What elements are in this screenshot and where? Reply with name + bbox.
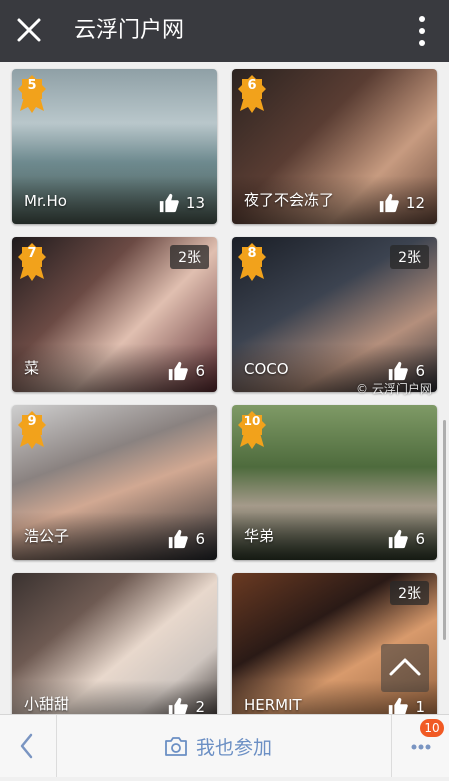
entry-name: 小甜甜 (24, 695, 70, 713)
entry-name: COCO (244, 360, 289, 378)
camera-icon (165, 737, 187, 756)
thumbs-up-icon (379, 193, 399, 213)
like-button[interactable]: 6 (167, 360, 205, 382)
page-title: 云浮门户网 (74, 18, 185, 43)
back-chevron-icon (20, 733, 33, 759)
like-button[interactable]: 13 (158, 192, 205, 214)
like-button[interactable]: 2 (167, 696, 205, 714)
rank-number: 8 (247, 246, 257, 261)
top-bar: 云浮门户网 (0, 0, 449, 62)
rank-number: 6 (247, 78, 257, 93)
close-icon[interactable] (14, 15, 44, 45)
rank-number: 10 (243, 414, 261, 428)
entry-card[interactable]: 7 2张 菜 6 (12, 237, 217, 392)
entry-name: 华弟 (244, 527, 275, 545)
like-count: 6 (415, 530, 425, 548)
entry-card[interactable]: 10 华弟 6 (232, 405, 437, 560)
like-count: 6 (415, 362, 425, 380)
thumbs-up-icon (169, 361, 189, 381)
join-button[interactable]: 我也参加 (164, 732, 272, 760)
entry-name: HERMIT (244, 696, 302, 714)
photo-count-badge: 2张 (390, 581, 429, 605)
entry-card[interactable]: 9 浩公子 6 (12, 405, 217, 560)
like-button[interactable]: 1 (387, 696, 425, 714)
notification-badge: 10 (420, 719, 444, 737)
watermark: © 云浮门户网 (356, 382, 432, 396)
entry-card[interactable]: 6 夜了不会冻了 12 (232, 69, 437, 224)
scroll-to-top-button[interactable] (381, 644, 429, 692)
scrollbar[interactable] (443, 420, 446, 640)
like-count: 6 (195, 530, 205, 548)
entry-name: 浩公子 (24, 527, 70, 545)
scroll-to-top-icon (389, 658, 421, 676)
entry-card[interactable]: 5 Mr.Ho 13 (12, 69, 217, 224)
photo-count-badge: 2张 (170, 245, 209, 269)
entry-name: 夜了不会冻了 (244, 191, 335, 209)
rank-number: 5 (27, 78, 37, 93)
entry-card[interactable]: 小甜甜 2 (12, 573, 217, 714)
like-button[interactable]: 6 (387, 360, 425, 382)
like-count: 12 (405, 194, 425, 212)
join-label: 我也参加 (196, 736, 273, 759)
like-count: 1 (415, 698, 425, 714)
like-button[interactable]: 6 (387, 528, 425, 550)
thumbs-up-icon (169, 697, 189, 714)
photo-count-badge: 2张 (390, 245, 429, 269)
like-button[interactable]: 12 (378, 192, 425, 214)
entry-name: 菜 (24, 359, 40, 377)
more-vertical-icon[interactable] (417, 14, 427, 48)
thumbs-up-icon (389, 697, 409, 714)
like-count: 6 (195, 362, 205, 380)
like-button[interactable]: 6 (167, 528, 205, 550)
rank-number: 9 (27, 414, 37, 429)
back-button[interactable] (0, 715, 57, 777)
thumbs-up-icon (389, 529, 409, 549)
bottom-bar: 我也参加 10 (0, 714, 449, 777)
entry-card[interactable]: 8 2张 COCO 6 (232, 237, 437, 392)
entry-name: Mr.Ho (24, 192, 67, 210)
like-count: 13 (185, 194, 205, 212)
thumbs-up-icon (169, 529, 189, 549)
thumbs-up-icon (389, 361, 409, 381)
like-count: 2 (195, 698, 205, 714)
rank-number: 7 (27, 246, 37, 261)
thumbs-up-icon (159, 193, 179, 213)
